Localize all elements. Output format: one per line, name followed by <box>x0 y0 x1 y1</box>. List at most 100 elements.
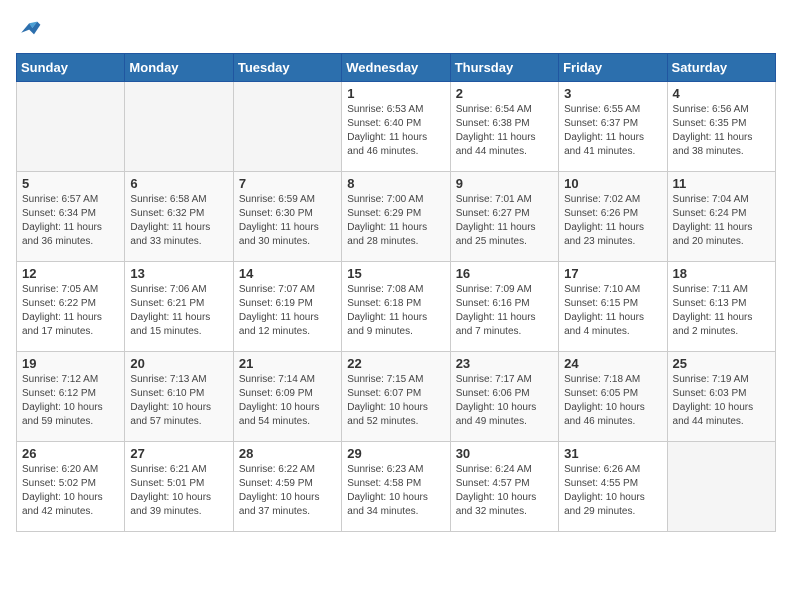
day-info: Sunrise: 6:21 AM Sunset: 5:01 PM Dayligh… <box>130 463 227 519</box>
day-info: Sunrise: 6:22 AM Sunset: 4:59 PM Dayligh… <box>239 463 336 519</box>
day-info: Sunrise: 7:06 AM Sunset: 6:21 PM Dayligh… <box>130 283 227 339</box>
calendar-cell: 6Sunrise: 6:58 AM Sunset: 6:32 PM Daylig… <box>125 171 233 261</box>
calendar-week-row: 1 Sunrise: 6:53 AM Sunset: 6:40 PM Daylig… <box>17 81 776 171</box>
day-info: Sunrise: 6:26 AM Sunset: 4:55 PM Dayligh… <box>564 463 661 519</box>
day-info: Sunrise: 7:17 AM Sunset: 6:06 PM Dayligh… <box>456 373 553 429</box>
day-info: Sunrise: 6:57 AM Sunset: 6:34 PM Dayligh… <box>22 193 119 249</box>
day-info: Sunrise: 7:11 AM Sunset: 6:13 PM Dayligh… <box>673 283 770 339</box>
day-info: Sunrise: 7:18 AM Sunset: 6:05 PM Dayligh… <box>564 373 661 429</box>
day-number: 16 <box>456 266 553 281</box>
day-number: 17 <box>564 266 661 281</box>
day-number: 23 <box>456 356 553 371</box>
calendar-cell: 15 Sunrise: 7:08 AM Sunset: 6:18 PM Dayli… <box>342 261 450 351</box>
day-number: 20 <box>130 356 227 371</box>
calendar-cell: 9Sunrise: 7:01 AM Sunset: 6:27 PM Daylig… <box>450 171 558 261</box>
calendar-cell: 29 Sunrise: 6:23 AM Sunset: 4:58 PM Dayli… <box>342 441 450 531</box>
day-number: 5 <box>22 176 119 191</box>
day-number: 21 <box>239 356 336 371</box>
calendar-cell: 26 Sunrise: 6:20 AM Sunset: 5:02 PM Dayli… <box>17 441 125 531</box>
day-info: Sunrise: 7:12 AM Sunset: 6:12 PM Dayligh… <box>22 373 119 429</box>
day-info: Sunrise: 7:01 AM Sunset: 6:27 PM Dayligh… <box>456 193 553 249</box>
day-number: 18 <box>673 266 770 281</box>
calendar-cell: 13 Sunrise: 7:06 AM Sunset: 6:21 PM Dayli… <box>125 261 233 351</box>
day-number: 3 <box>564 86 661 101</box>
calendar-cell: 30 Sunrise: 6:24 AM Sunset: 4:57 PM Dayli… <box>450 441 558 531</box>
calendar-cell: 5 Sunrise: 6:57 AM Sunset: 6:34 PM Daylig… <box>17 171 125 261</box>
day-number: 15 <box>347 266 444 281</box>
calendar-cell: 22Sunrise: 7:15 AM Sunset: 6:07 PM Dayli… <box>342 351 450 441</box>
calendar-cell: 17Sunrise: 7:10 AM Sunset: 6:15 PM Dayli… <box>559 261 667 351</box>
calendar-cell <box>233 81 341 171</box>
day-number: 31 <box>564 446 661 461</box>
calendar-cell: 20Sunrise: 7:13 AM Sunset: 6:10 PM Dayli… <box>125 351 233 441</box>
calendar-week-row: 26 Sunrise: 6:20 AM Sunset: 5:02 PM Dayli… <box>17 441 776 531</box>
day-info: Sunrise: 6:23 AM Sunset: 4:58 PM Dayligh… <box>347 463 444 519</box>
day-info: Sunrise: 7:14 AM Sunset: 6:09 PM Dayligh… <box>239 373 336 429</box>
day-info: Sunrise: 6:59 AM Sunset: 6:30 PM Dayligh… <box>239 193 336 249</box>
weekday-header-tuesday: Tuesday <box>233 53 341 81</box>
calendar-cell: 10 Sunrise: 7:02 AM Sunset: 6:26 PM Dayli… <box>559 171 667 261</box>
weekday-header-wednesday: Wednesday <box>342 53 450 81</box>
day-number: 19 <box>22 356 119 371</box>
logo <box>16 16 42 45</box>
day-number: 13 <box>130 266 227 281</box>
day-number: 26 <box>22 446 119 461</box>
day-info: Sunrise: 6:56 AM Sunset: 6:35 PM Dayligh… <box>673 103 770 159</box>
day-number: 29 <box>347 446 444 461</box>
weekday-header-monday: Monday <box>125 53 233 81</box>
day-info: Sunrise: 7:07 AM Sunset: 6:19 PM Dayligh… <box>239 283 336 339</box>
day-number: 14 <box>239 266 336 281</box>
day-number: 8 <box>347 176 444 191</box>
calendar-cell <box>667 441 775 531</box>
day-info: Sunrise: 7:08 AM Sunset: 6:18 PM Dayligh… <box>347 283 444 339</box>
calendar-cell: 31 Sunrise: 6:26 AM Sunset: 4:55 PM Dayli… <box>559 441 667 531</box>
calendar-cell: 16 Sunrise: 7:09 AM Sunset: 6:16 PM Dayli… <box>450 261 558 351</box>
weekday-header-sunday: Sunday <box>17 53 125 81</box>
weekday-header-saturday: Saturday <box>667 53 775 81</box>
day-info: Sunrise: 6:24 AM Sunset: 4:57 PM Dayligh… <box>456 463 553 519</box>
day-number: 4 <box>673 86 770 101</box>
day-info: Sunrise: 7:19 AM Sunset: 6:03 PM Dayligh… <box>673 373 770 429</box>
day-info: Sunrise: 7:04 AM Sunset: 6:24 PM Dayligh… <box>673 193 770 249</box>
calendar-table: SundayMondayTuesdayWednesdayThursdayFrid… <box>16 53 776 532</box>
calendar-cell: 28 Sunrise: 6:22 AM Sunset: 4:59 PM Dayli… <box>233 441 341 531</box>
calendar-header-row: SundayMondayTuesdayWednesdayThursdayFrid… <box>17 53 776 81</box>
calendar-cell: 2Sunrise: 6:54 AM Sunset: 6:38 PM Daylig… <box>450 81 558 171</box>
calendar-cell: 14 Sunrise: 7:07 AM Sunset: 6:19 PM Dayli… <box>233 261 341 351</box>
calendar-cell: 18 Sunrise: 7:11 AM Sunset: 6:13 PM Dayli… <box>667 261 775 351</box>
day-info: Sunrise: 7:02 AM Sunset: 6:26 PM Dayligh… <box>564 193 661 249</box>
day-number: 22 <box>347 356 444 371</box>
calendar-cell: 24Sunrise: 7:18 AM Sunset: 6:05 PM Dayli… <box>559 351 667 441</box>
calendar-cell: 7Sunrise: 6:59 AM Sunset: 6:30 PM Daylig… <box>233 171 341 261</box>
day-number: 30 <box>456 446 553 461</box>
calendar-cell: 23 Sunrise: 7:17 AM Sunset: 6:06 PM Dayli… <box>450 351 558 441</box>
calendar-cell: 3 Sunrise: 6:55 AM Sunset: 6:37 PM Daylig… <box>559 81 667 171</box>
day-number: 11 <box>673 176 770 191</box>
calendar-week-row: 12 Sunrise: 7:05 AM Sunset: 6:22 PM Dayli… <box>17 261 776 351</box>
calendar-cell: 4 Sunrise: 6:56 AM Sunset: 6:35 PM Daylig… <box>667 81 775 171</box>
calendar-cell: 12 Sunrise: 7:05 AM Sunset: 6:22 PM Dayli… <box>17 261 125 351</box>
day-info: Sunrise: 7:09 AM Sunset: 6:16 PM Dayligh… <box>456 283 553 339</box>
day-number: 27 <box>130 446 227 461</box>
calendar-cell <box>17 81 125 171</box>
day-info: Sunrise: 6:20 AM Sunset: 5:02 PM Dayligh… <box>22 463 119 519</box>
calendar-cell: 11 Sunrise: 7:04 AM Sunset: 6:24 PM Dayli… <box>667 171 775 261</box>
calendar-week-row: 5 Sunrise: 6:57 AM Sunset: 6:34 PM Daylig… <box>17 171 776 261</box>
calendar-cell: 8Sunrise: 7:00 AM Sunset: 6:29 PM Daylig… <box>342 171 450 261</box>
weekday-header-thursday: Thursday <box>450 53 558 81</box>
logo-bird-icon <box>18 16 42 40</box>
day-info: Sunrise: 6:55 AM Sunset: 6:37 PM Dayligh… <box>564 103 661 159</box>
day-info: Sunrise: 6:53 AM Sunset: 6:40 PM Dayligh… <box>347 103 444 159</box>
calendar-cell: 27 Sunrise: 6:21 AM Sunset: 5:01 PM Dayli… <box>125 441 233 531</box>
day-number: 12 <box>22 266 119 281</box>
day-info: Sunrise: 7:05 AM Sunset: 6:22 PM Dayligh… <box>22 283 119 339</box>
calendar-week-row: 19 Sunrise: 7:12 AM Sunset: 6:12 PM Dayli… <box>17 351 776 441</box>
day-number: 1 <box>347 86 444 101</box>
calendar-cell: 19 Sunrise: 7:12 AM Sunset: 6:12 PM Dayli… <box>17 351 125 441</box>
day-number: 28 <box>239 446 336 461</box>
day-info: Sunrise: 6:54 AM Sunset: 6:38 PM Dayligh… <box>456 103 553 159</box>
calendar-cell: 1 Sunrise: 6:53 AM Sunset: 6:40 PM Daylig… <box>342 81 450 171</box>
day-info: Sunrise: 6:58 AM Sunset: 6:32 PM Dayligh… <box>130 193 227 249</box>
day-number: 10 <box>564 176 661 191</box>
weekday-header-friday: Friday <box>559 53 667 81</box>
